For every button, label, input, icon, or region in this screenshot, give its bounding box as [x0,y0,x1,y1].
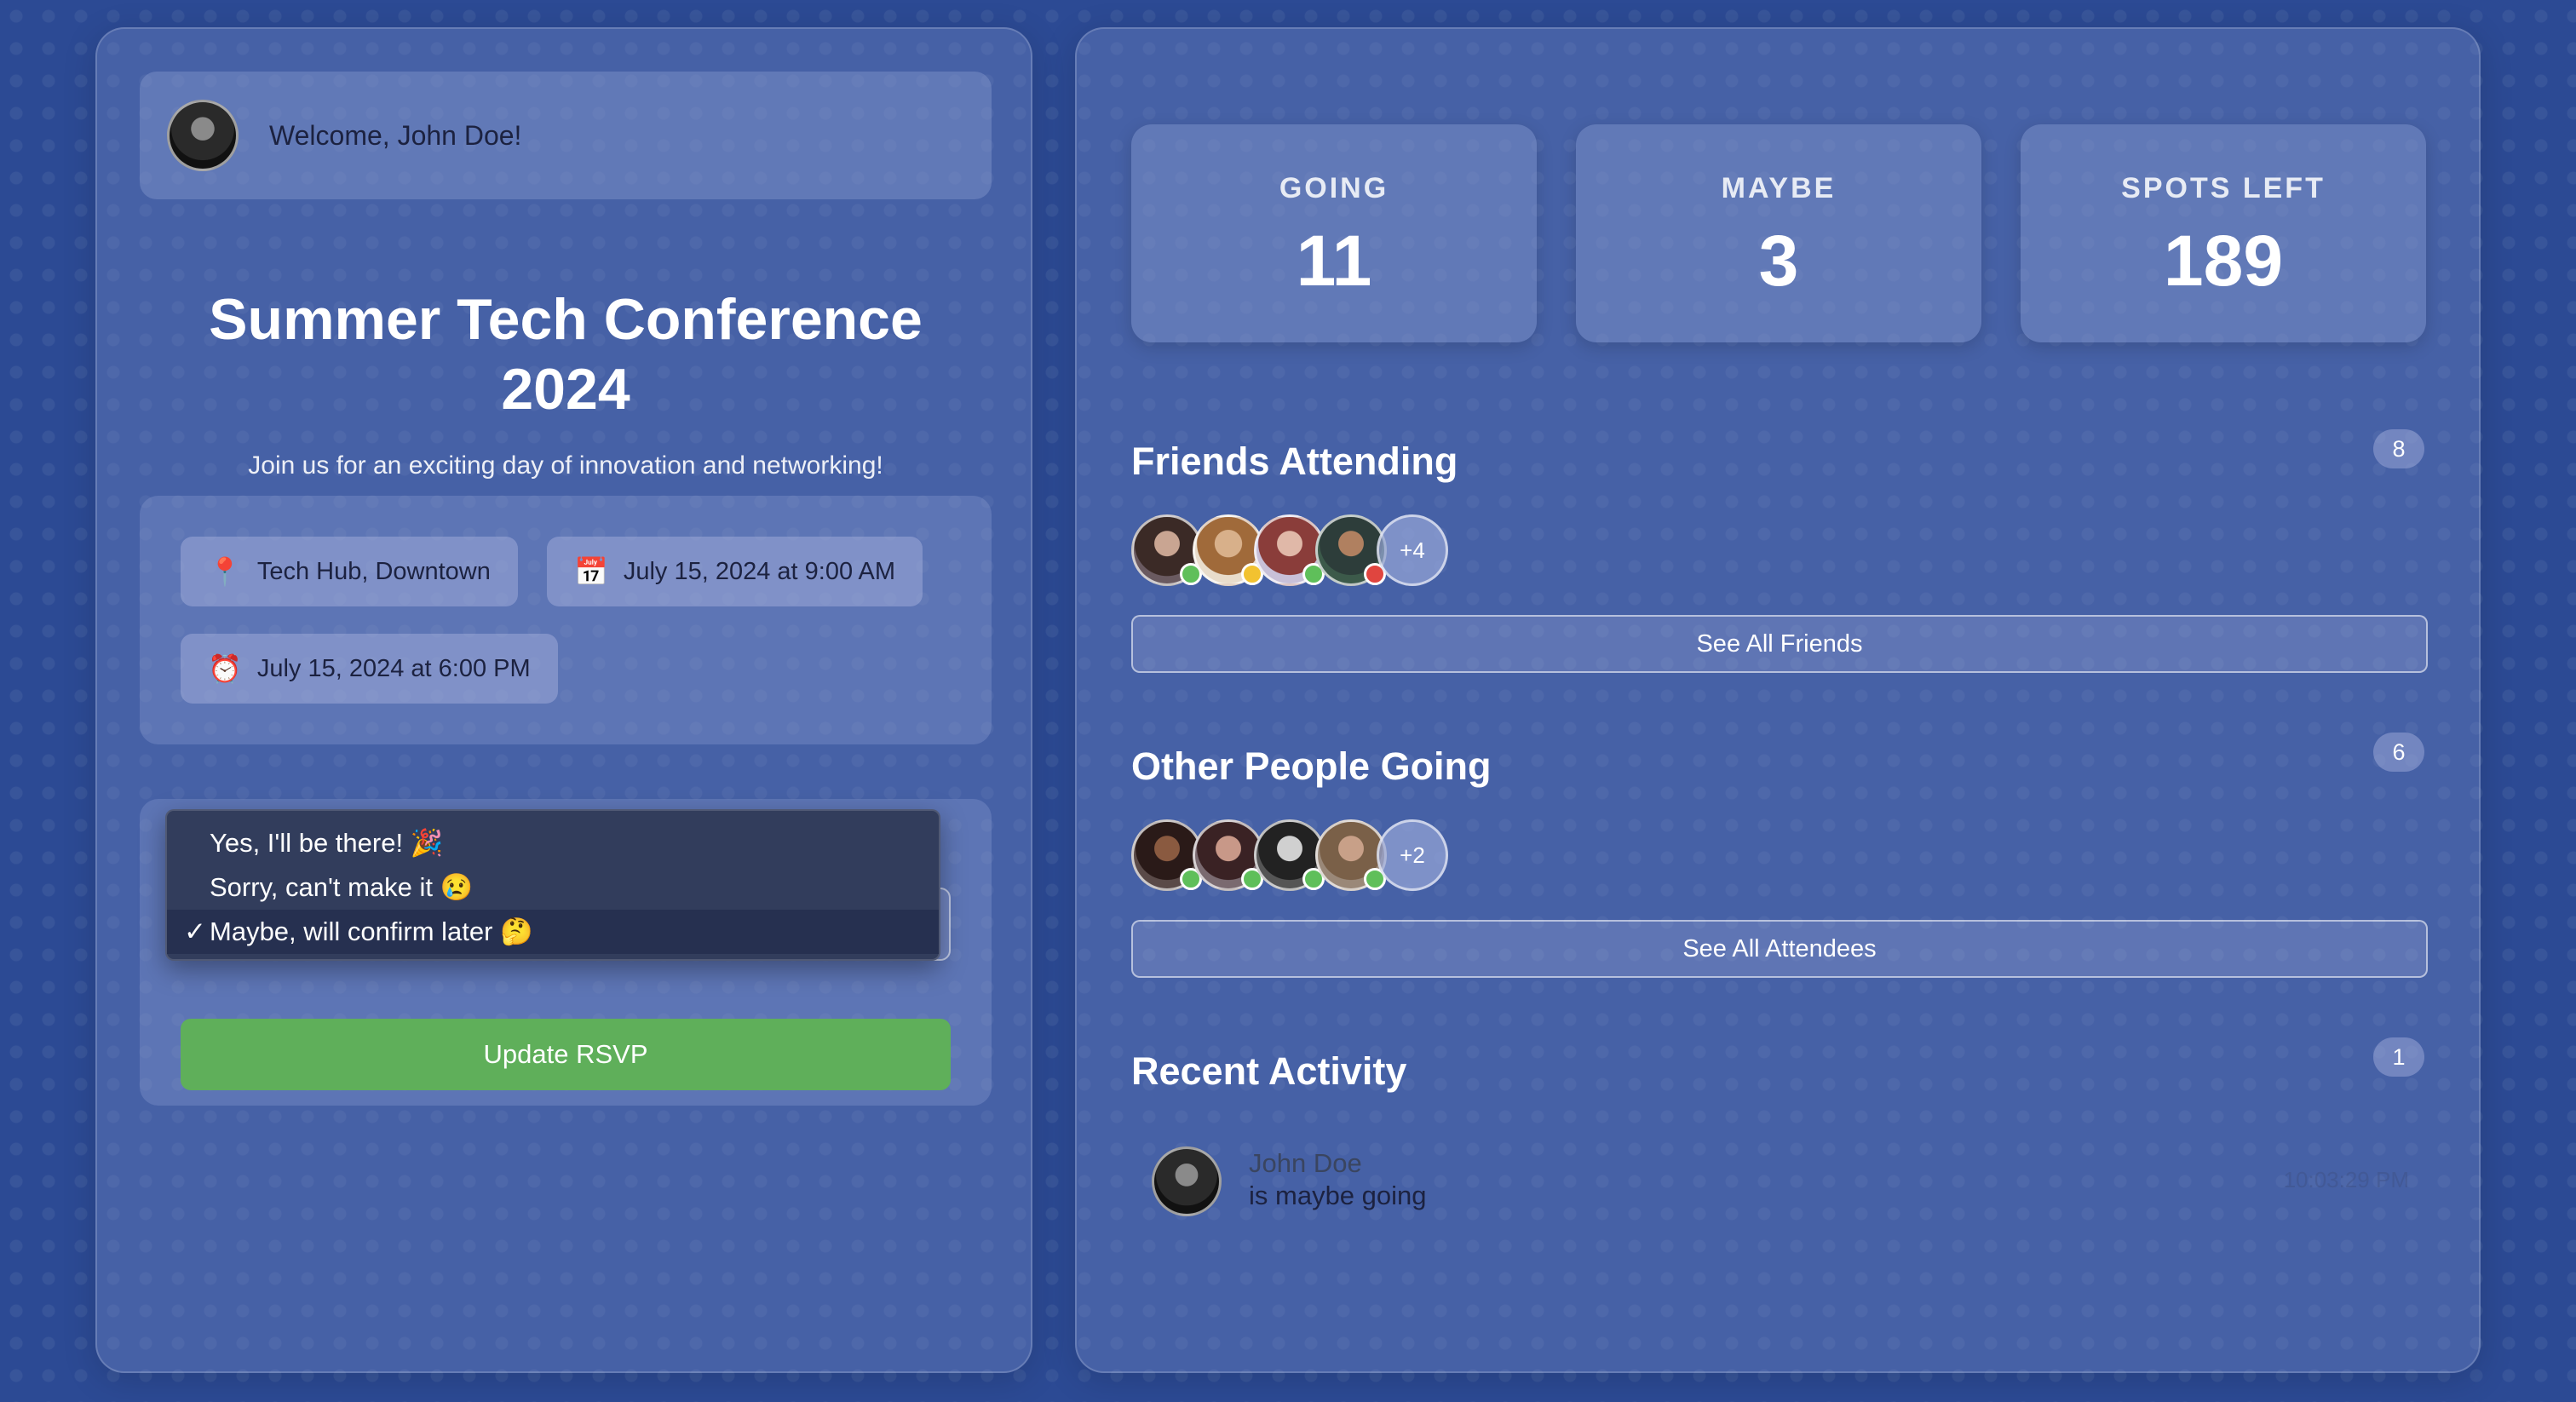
stat-value: 189 [2163,221,2284,301]
update-rsvp-button[interactable]: Update RSVP [181,1019,951,1090]
user-avatar [167,100,239,171]
start-time-text: July 15, 2024 at 9:00 AM [623,557,896,585]
rsvp-option-label: Sorry, can't make it 😢 [210,872,474,902]
friends-avatar-stack: +4 [1131,514,1472,589]
end-time-chip: ⏰ July 15, 2024 at 6:00 PM [181,634,558,704]
stat-label: GOING [1279,172,1389,204]
stat-going-card: GOING 11 [1131,124,1537,342]
rsvp-card: Yes, I'll be there! 🎉 Sorry, can't make … [140,799,992,1106]
friends-more-count[interactable]: +4 [1377,514,1448,586]
activity-count-badge: 1 [2373,1037,2424,1077]
stat-label: SPOTS LEFT [2121,172,2326,204]
welcome-card: Welcome, John Doe! [140,72,992,199]
rsvp-option-label: Maybe, will confirm later 🤔 [210,916,533,946]
see-all-attendees-button[interactable]: See All Attendees [1131,920,2428,978]
event-subtitle: Join us for an exciting day of innovatio… [248,451,883,480]
rsvp-option-no[interactable]: Sorry, can't make it 😢 [167,865,939,910]
others-count-badge: 6 [2373,733,2424,772]
stat-label: MAYBE [1721,172,1837,204]
friends-section-title: Friends Attending [1131,440,1458,483]
event-details-card: 📍 Tech Hub, Downtown 📅 July 15, 2024 at … [140,496,992,744]
activity-user-avatar [1152,1146,1222,1216]
event-details-panel: Welcome, John Doe! Summer Tech Conferenc… [95,27,1032,1373]
others-more-count[interactable]: +2 [1377,819,1448,891]
stat-value: 3 [1758,221,1799,301]
attendance-panel: GOING 11 MAYBE 3 SPOTS LEFT 189 Friends … [1075,27,2481,1373]
end-time-text: July 15, 2024 at 6:00 PM [256,654,531,682]
stat-spots-left-card: SPOTS LEFT 189 [2021,124,2426,342]
calendar-icon: 📅 [574,556,608,587]
welcome-text: Welcome, John Doe! [269,119,522,151]
rsvp-option-yes[interactable]: Yes, I'll be there! 🎉 [167,821,939,865]
see-all-friends-button[interactable]: See All Friends [1131,615,2428,673]
rsvp-dropdown-menu: Yes, I'll be there! 🎉 Sorry, can't make … [165,809,940,961]
rsvp-option-maybe[interactable]: ✓ Maybe, will confirm later 🤔 [167,910,939,954]
activity-section-title: Recent Activity [1131,1049,1407,1093]
location-chip: 📍 Tech Hub, Downtown [181,537,518,606]
activity-text: is maybe going [1249,1181,1427,1210]
activity-user-name: John Doe [1249,1148,1362,1178]
activity-timestamp: 10:03:29 PM [2283,1167,2409,1192]
stat-maybe-card: MAYBE 3 [1576,124,1981,342]
rsvp-option-label: Yes, I'll be there! 🎉 [210,828,444,858]
event-title: Summer Tech Conference 2024 [209,287,923,422]
start-time-chip: 📅 July 15, 2024 at 9:00 AM [547,537,923,606]
location-text: Tech Hub, Downtown [256,557,491,585]
others-avatar-stack: +2 [1131,819,1472,894]
checkmark-icon: ✓ [184,916,206,946]
alarm-clock-icon: ⏰ [208,653,242,684]
others-section-title: Other People Going [1131,744,1492,788]
pin-icon: 📍 [208,556,242,587]
activity-item: John Doe is maybe going 10:03:29 PM [1148,1143,2426,1220]
friends-count-badge: 8 [2373,429,2424,468]
stat-value: 11 [1296,221,1372,301]
